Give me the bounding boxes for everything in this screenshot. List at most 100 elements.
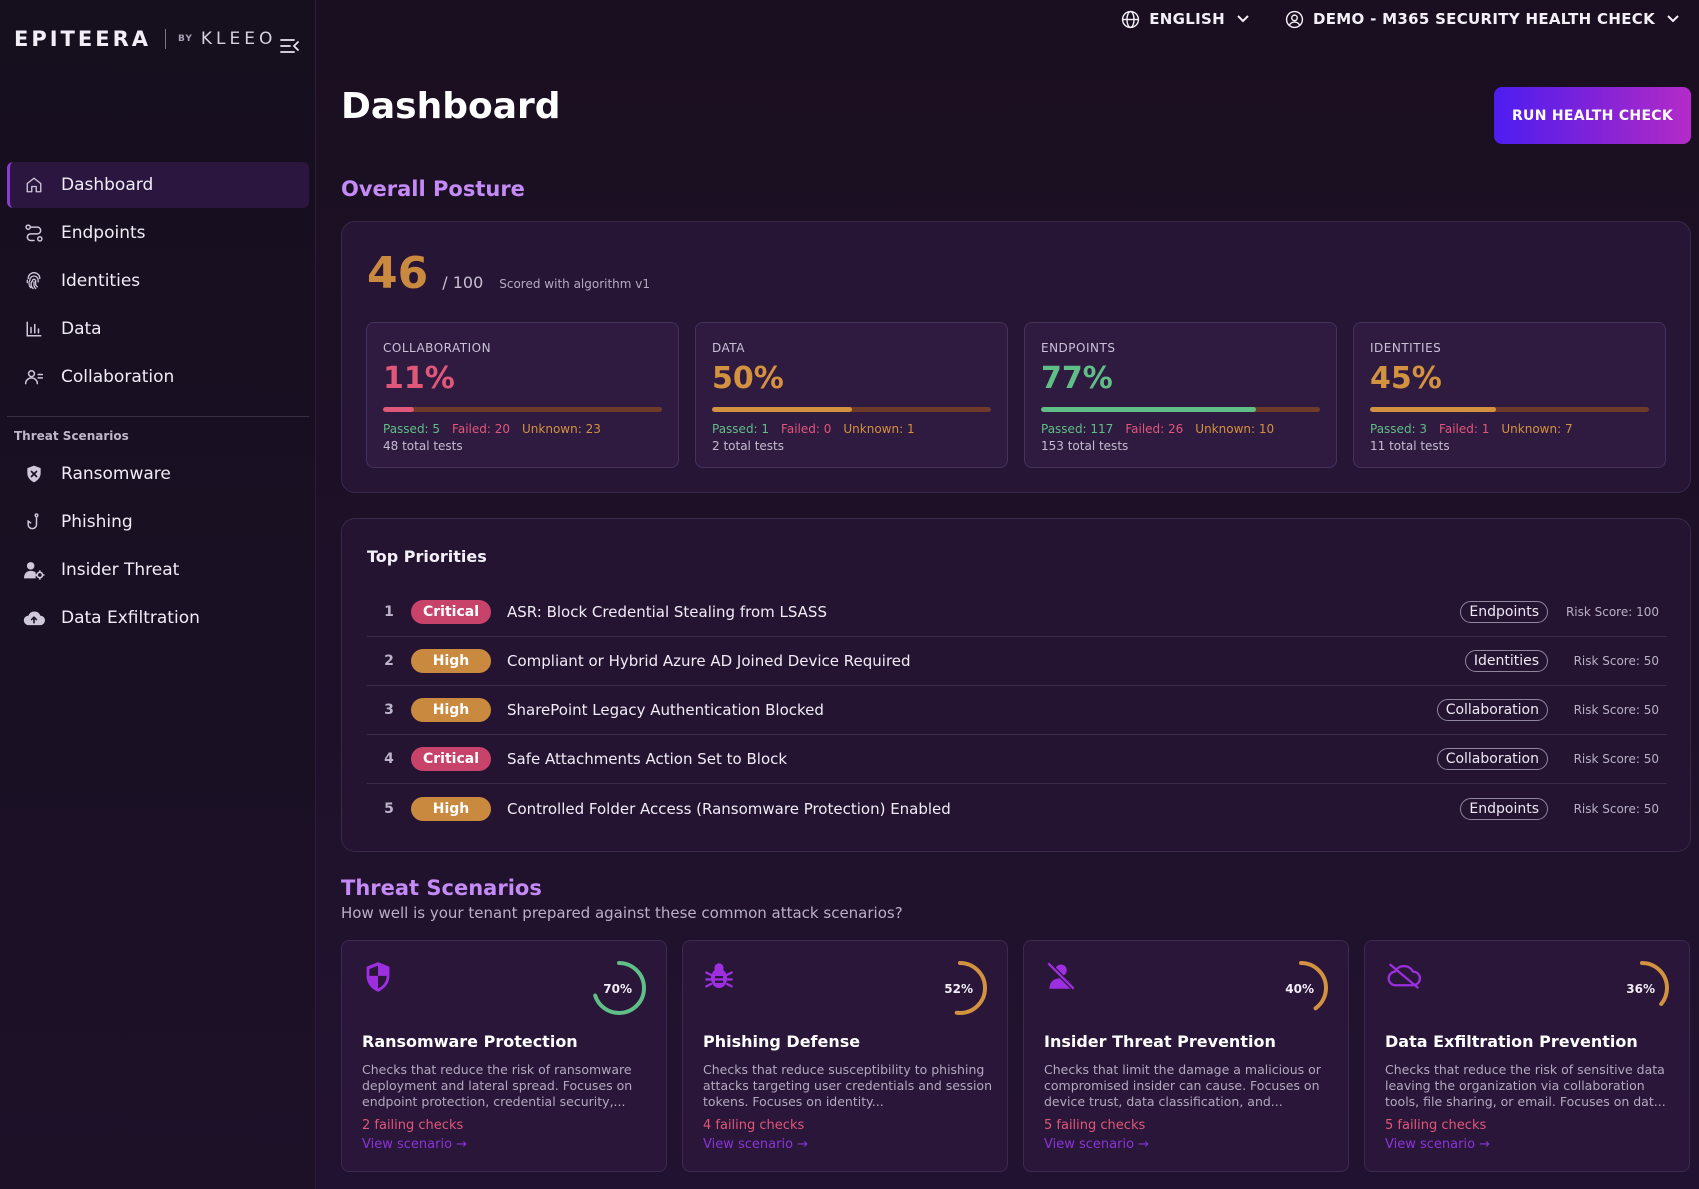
priority-row[interactable]: 5 High Controlled Folder Access (Ransomw… — [367, 784, 1667, 833]
category-stats: Passed: 1 Failed: 0 Unknown: 1 — [712, 422, 927, 436]
failed-count: Failed: 26 — [1125, 422, 1184, 436]
priority-row[interactable]: 3 High SharePoint Legacy Authentication … — [367, 686, 1667, 735]
unknown-count: Unknown: 10 — [1195, 422, 1275, 436]
unknown-count: Unknown: 23 — [522, 422, 601, 436]
priority-name: Controlled Folder Access (Ransomware Pro… — [507, 799, 951, 818]
priority-name: Safe Attachments Action Set to Block — [507, 750, 788, 768]
sidebar-item-identities[interactable]: Identities — [7, 258, 309, 304]
scenario-card-ransomware[interactable]: 70% Ransomware Protection Checks that re… — [341, 940, 667, 1172]
category-percent: 45% — [1370, 361, 1442, 396]
priority-name: Compliant or Hybrid Azure AD Joined Devi… — [507, 652, 911, 670]
priority-row[interactable]: 1 Critical ASR: Block Credential Stealin… — [367, 588, 1667, 637]
score-value: 46 — [367, 248, 429, 299]
sidebar-item-label: Data — [61, 319, 102, 339]
category-card-identities[interactable]: IDENTITIES 45% Passed: 3 Failed: 1 Unkno… — [1353, 322, 1666, 468]
scenario-percent: 70% — [603, 982, 632, 996]
brand-sub: KLEEO — [200, 29, 277, 49]
category-card-data[interactable]: DATA 50% Passed: 1 Failed: 0 Unknown: 1 … — [695, 322, 1008, 468]
top-bar: ENGLISH DEMO - M365 SECURITY HEALTH CHEC… — [1085, 8, 1679, 30]
category-tag: Collaboration — [1436, 699, 1548, 721]
category-label: IDENTITIES — [1370, 341, 1442, 355]
failed-count: Failed: 0 — [781, 422, 832, 436]
total-tests: 2 total tests — [712, 439, 784, 453]
category-card-endpoints[interactable]: ENDPOINTS 77% Passed: 117 Failed: 26 Unk… — [1024, 322, 1337, 468]
category-label: DATA — [712, 341, 745, 355]
chevron-down-icon — [1667, 15, 1679, 23]
shield-icon — [364, 961, 396, 993]
sidebar-item-collaboration[interactable]: Collaboration — [7, 354, 309, 400]
failing-checks: 5 failing checks — [1044, 1118, 1146, 1133]
sidebar-item-label: Identities — [61, 271, 141, 291]
priority-row[interactable]: 4 Critical Safe Attachments Action Set t… — [367, 735, 1667, 784]
sidebar-item-data[interactable]: Data — [7, 306, 309, 352]
risk-score: Risk Score: 50 — [1573, 654, 1659, 668]
scenario-description: Checks that reduce the risk of ransomwar… — [362, 1062, 633, 1109]
sidebar-item-insider-threat[interactable]: Insider Threat — [7, 547, 309, 593]
view-scenario-link[interactable]: View scenario → — [362, 1137, 467, 1152]
category-progress-fill — [1370, 407, 1496, 412]
priority-rank: 3 — [384, 702, 394, 718]
score-max: / 100 — [442, 273, 484, 292]
category-stats: Passed: 5 Failed: 20 Unknown: 23 — [383, 422, 613, 436]
failing-checks: 5 failing checks — [1385, 1118, 1487, 1133]
sidebar-item-label: Endpoints — [61, 223, 146, 243]
category-progress-bar — [383, 407, 662, 412]
brand-logo[interactable]: EPITEERA BY KLEEO — [14, 26, 276, 52]
severity-badge: High — [411, 649, 491, 673]
sidebar-item-phishing[interactable]: Phishing — [7, 499, 309, 545]
sidebar-item-ransomware[interactable]: Ransomware — [7, 451, 309, 497]
top-priorities-card: Top Priorities 1 Critical ASR: Block Cre… — [341, 518, 1691, 852]
threat-scenarios-subtitle: How well is your tenant prepared against… — [341, 904, 903, 922]
total-tests: 48 total tests — [383, 439, 463, 453]
bug-icon — [705, 961, 737, 993]
sidebar-item-label: Insider Threat — [61, 560, 180, 580]
category-stats: Passed: 117 Failed: 26 Unknown: 10 — [1041, 422, 1286, 436]
category-progress-bar — [712, 407, 991, 412]
priority-rank: 5 — [384, 800, 394, 817]
scenario-title: Insider Threat Prevention — [1044, 1032, 1276, 1051]
language-selector[interactable]: ENGLISH — [1121, 10, 1249, 29]
user-gear-icon — [23, 559, 45, 581]
collapse-sidebar-icon[interactable] — [280, 38, 302, 58]
page-title: Dashboard — [341, 86, 561, 127]
scenario-card-data-exfiltration[interactable]: 36% Data Exfiltration Prevention Checks … — [1364, 940, 1690, 1172]
priority-name: SharePoint Legacy Authentication Blocked — [507, 701, 824, 719]
view-scenario-link[interactable]: View scenario → — [1044, 1137, 1149, 1152]
sidebar-item-dashboard[interactable]: Dashboard — [7, 162, 309, 208]
category-label: COLLABORATION — [383, 341, 492, 355]
scenario-description: Checks that reduce susceptibility to phi… — [703, 1062, 992, 1109]
priority-rank: 2 — [384, 653, 394, 669]
globe-icon — [1122, 10, 1140, 28]
passed-count: Passed: 3 — [1370, 422, 1428, 436]
account-selector[interactable]: DEMO - M365 SECURITY HEALTH CHECK — [1285, 10, 1679, 29]
risk-score: Risk Score: 50 — [1573, 752, 1659, 766]
run-health-check-button[interactable]: RUN HEALTH CHECK — [1494, 87, 1691, 144]
category-tag: Identities — [1464, 650, 1548, 672]
failing-checks: 2 failing checks — [362, 1118, 464, 1133]
category-tag: Endpoints — [1460, 797, 1548, 820]
priority-rank: 1 — [384, 604, 394, 620]
severity-badge: Critical — [411, 747, 491, 771]
sidebar-item-data-exfiltration[interactable]: Data Exfiltration — [7, 595, 309, 641]
shield-x-icon — [23, 463, 45, 485]
scenario-card-insider-threat[interactable]: 40% Insider Threat Prevention Checks tha… — [1023, 940, 1349, 1172]
brand-divider — [165, 29, 166, 49]
priority-list: 1 Critical ASR: Block Credential Stealin… — [367, 588, 1667, 833]
cloud-upload-icon — [23, 607, 45, 629]
category-card-collaboration[interactable]: COLLABORATION 11% Passed: 5 Failed: 20 U… — [366, 322, 679, 468]
priority-row[interactable]: 2 High Compliant or Hybrid Azure AD Join… — [367, 637, 1667, 686]
top-priorities-title: Top Priorities — [367, 547, 487, 566]
category-progress-fill — [712, 407, 852, 412]
sidebar-item-endpoints[interactable]: Endpoints — [7, 210, 309, 256]
category-tag: Collaboration — [1436, 748, 1548, 770]
scenario-description: Checks that limit the damage a malicious… — [1044, 1062, 1321, 1109]
scenario-card-phishing[interactable]: 52% Phishing Defense Checks that reduce … — [682, 940, 1008, 1172]
view-scenario-link[interactable]: View scenario → — [1385, 1137, 1490, 1152]
sidebar-section-threat-scenarios: Threat Scenarios — [14, 429, 129, 443]
sidebar-nav: Dashboard Endpoints Identities Data Coll… — [7, 162, 309, 643]
category-stats: Passed: 3 Failed: 1 Unknown: 7 — [1370, 422, 1585, 436]
category-progress-bar — [1370, 407, 1649, 412]
view-scenario-link[interactable]: View scenario → — [703, 1137, 808, 1152]
scenario-percent: 52% — [944, 982, 973, 996]
category-percent: 11% — [383, 361, 455, 396]
